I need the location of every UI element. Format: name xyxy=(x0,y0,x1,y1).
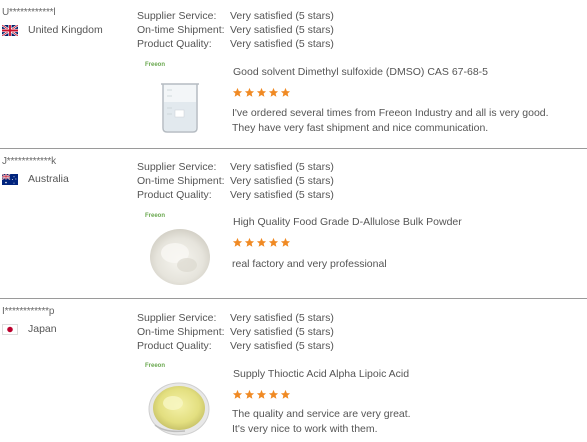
product-quality-row: Product Quality: Very satisfied (5 stars… xyxy=(137,188,334,202)
supplier-service-value: Very satisfied (5 stars) xyxy=(230,312,334,324)
supplier-service-row: Supplier Service: Very satisfied (5 star… xyxy=(137,160,334,174)
reviewer-name: I************p xyxy=(2,306,55,317)
comment-line: It's very nice to work with them. xyxy=(232,423,378,435)
on-time-shipment-value: Very satisfied (5 stars) xyxy=(230,175,334,187)
product-title[interactable]: Good solvent Dimethyl sulfoxide (DMSO) C… xyxy=(233,66,488,78)
supplier-service-row: Supplier Service: Very satisfied (5 star… xyxy=(137,311,334,325)
review-comment: The quality and service are very great. … xyxy=(232,407,411,437)
brand-logo: Freeon xyxy=(145,62,166,68)
product-image-beaker[interactable]: Freeon xyxy=(145,62,211,138)
country-name: United Kingdom xyxy=(28,24,103,36)
ratings: Supplier Service: Very satisfied (5 star… xyxy=(137,160,334,202)
review-list: U************l United Kingdom Supplier S… xyxy=(0,0,587,440)
review-item: J************k Australia Supplier Servic… xyxy=(0,149,587,299)
product-image-powder[interactable]: Freeon xyxy=(145,213,211,289)
supplier-service-row: Supplier Service: Very satisfied (5 star… xyxy=(137,9,334,23)
star-icon xyxy=(268,389,279,399)
on-time-shipment-label: On-time Shipment: xyxy=(137,24,225,36)
reviewer-name: J************k xyxy=(2,156,56,167)
on-time-shipment-row: On-time Shipment: Very satisfied (5 star… xyxy=(137,174,334,188)
yellow-powder-icon xyxy=(148,382,210,436)
reviewer-name: U************l xyxy=(2,7,56,18)
star-icon xyxy=(244,389,255,399)
review-item: U************l United Kingdom Supplier S… xyxy=(0,0,587,149)
review-comment: I've ordered several times from Freeon I… xyxy=(232,106,549,136)
product-quality-label: Product Quality: xyxy=(137,38,212,50)
on-time-shipment-row: On-time Shipment: Very satisfied (5 star… xyxy=(137,325,334,339)
star-icon xyxy=(256,389,267,399)
white-powder-icon xyxy=(150,229,210,285)
product-image-powder[interactable]: Freeon xyxy=(145,363,211,439)
star-icon xyxy=(268,87,279,97)
star-icon xyxy=(244,237,255,247)
review-comment: real factory and very professional xyxy=(232,257,387,272)
star-rating xyxy=(232,389,291,400)
star-rating xyxy=(232,87,291,98)
star-icon xyxy=(244,87,255,97)
on-time-shipment-value: Very satisfied (5 stars) xyxy=(230,24,334,36)
ratings: Supplier Service: Very satisfied (5 star… xyxy=(137,9,334,51)
country-name: Australia xyxy=(28,173,69,185)
reviewer-country: Australia xyxy=(2,173,69,185)
beaker-icon xyxy=(161,83,199,133)
supplier-service-label: Supplier Service: xyxy=(137,312,217,324)
japan-flag-icon xyxy=(2,323,18,335)
product-quality-value: Very satisfied (5 stars) xyxy=(230,38,334,50)
product-quality-value: Very satisfied (5 stars) xyxy=(230,340,334,352)
product-quality-label: Product Quality: xyxy=(137,189,212,201)
comment-line: I've ordered several times from Freeon I… xyxy=(232,107,549,119)
uk-flag-icon xyxy=(2,24,18,36)
star-icon xyxy=(232,389,243,399)
product-title[interactable]: Supply Thioctic Acid Alpha Lipoic Acid xyxy=(233,368,409,380)
supplier-service-label: Supplier Service: xyxy=(137,161,217,173)
star-icon xyxy=(280,87,291,97)
ratings: Supplier Service: Very satisfied (5 star… xyxy=(137,311,334,353)
supplier-service-value: Very satisfied (5 stars) xyxy=(230,10,334,22)
brand-logo: Freeon xyxy=(145,213,166,219)
star-icon xyxy=(256,237,267,247)
on-time-shipment-value: Very satisfied (5 stars) xyxy=(230,326,334,338)
product-title[interactable]: High Quality Food Grade D-Allulose Bulk … xyxy=(233,216,462,228)
supplier-service-value: Very satisfied (5 stars) xyxy=(230,161,334,173)
reviewer-country: Japan xyxy=(2,323,57,335)
australia-flag-icon xyxy=(2,173,18,185)
star-icon xyxy=(280,237,291,247)
comment-line: They have very fast shipment and nice co… xyxy=(232,122,489,134)
comment-line: real factory and very professional xyxy=(232,258,387,270)
product-quality-value: Very satisfied (5 stars) xyxy=(230,189,334,201)
star-rating xyxy=(232,237,291,248)
country-name: Japan xyxy=(28,323,57,335)
comment-line: The quality and service are very great. xyxy=(232,408,411,420)
product-quality-row: Product Quality: Very satisfied (5 stars… xyxy=(137,37,334,51)
brand-logo: Freeon xyxy=(145,363,166,369)
star-icon xyxy=(232,87,243,97)
review-item: I************p Japan Supplier Service: V… xyxy=(0,299,587,440)
supplier-service-label: Supplier Service: xyxy=(137,10,217,22)
on-time-shipment-label: On-time Shipment: xyxy=(137,175,225,187)
product-quality-row: Product Quality: Very satisfied (5 stars… xyxy=(137,339,334,353)
reviewer-info: I************p Japan xyxy=(2,306,57,335)
on-time-shipment-row: On-time Shipment: Very satisfied (5 star… xyxy=(137,23,334,37)
star-icon xyxy=(268,237,279,247)
on-time-shipment-label: On-time Shipment: xyxy=(137,326,225,338)
reviewer-country: United Kingdom xyxy=(2,24,103,36)
star-icon xyxy=(232,237,243,247)
star-icon xyxy=(256,87,267,97)
star-icon xyxy=(280,389,291,399)
product-quality-label: Product Quality: xyxy=(137,340,212,352)
reviewer-info: J************k Australia xyxy=(2,156,69,185)
reviewer-info: U************l United Kingdom xyxy=(2,7,103,36)
